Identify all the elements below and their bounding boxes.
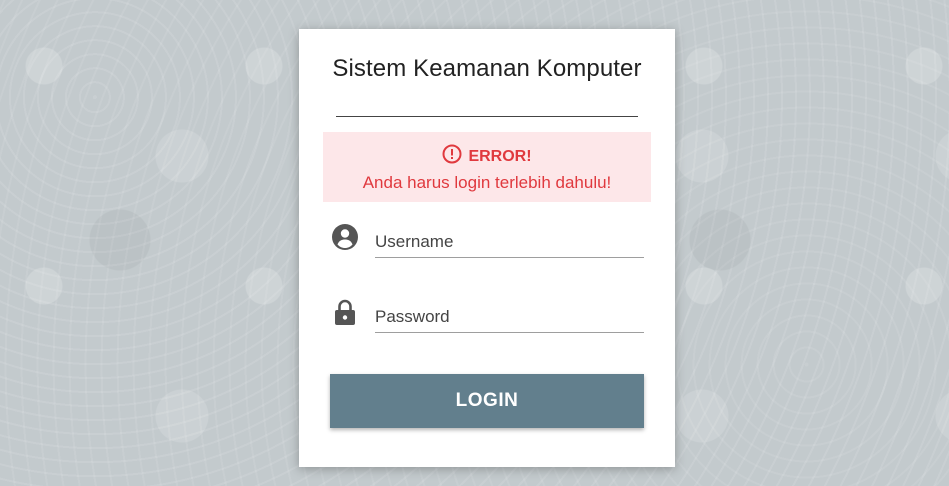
lock-icon [331,298,359,326]
login-button[interactable]: LOGIN [330,374,644,428]
alert-heading-row: ERROR! [323,144,651,169]
username-field [331,223,644,273]
password-field [331,298,644,348]
password-input[interactable] [375,302,644,333]
alert-message: Anda harus login terlebih dahulu! [362,173,612,192]
login-card: Sistem Keamanan Komputer ERROR! Anda har… [299,29,675,467]
page-title: Sistem Keamanan Komputer [332,55,642,82]
alert-circle-icon [442,144,462,169]
error-alert: ERROR! Anda harus login terlebih dahulu! [323,132,651,202]
title-divider [336,116,638,117]
username-input[interactable] [375,227,644,258]
account-circle-icon [331,223,359,251]
alert-heading: ERROR! [468,147,532,165]
